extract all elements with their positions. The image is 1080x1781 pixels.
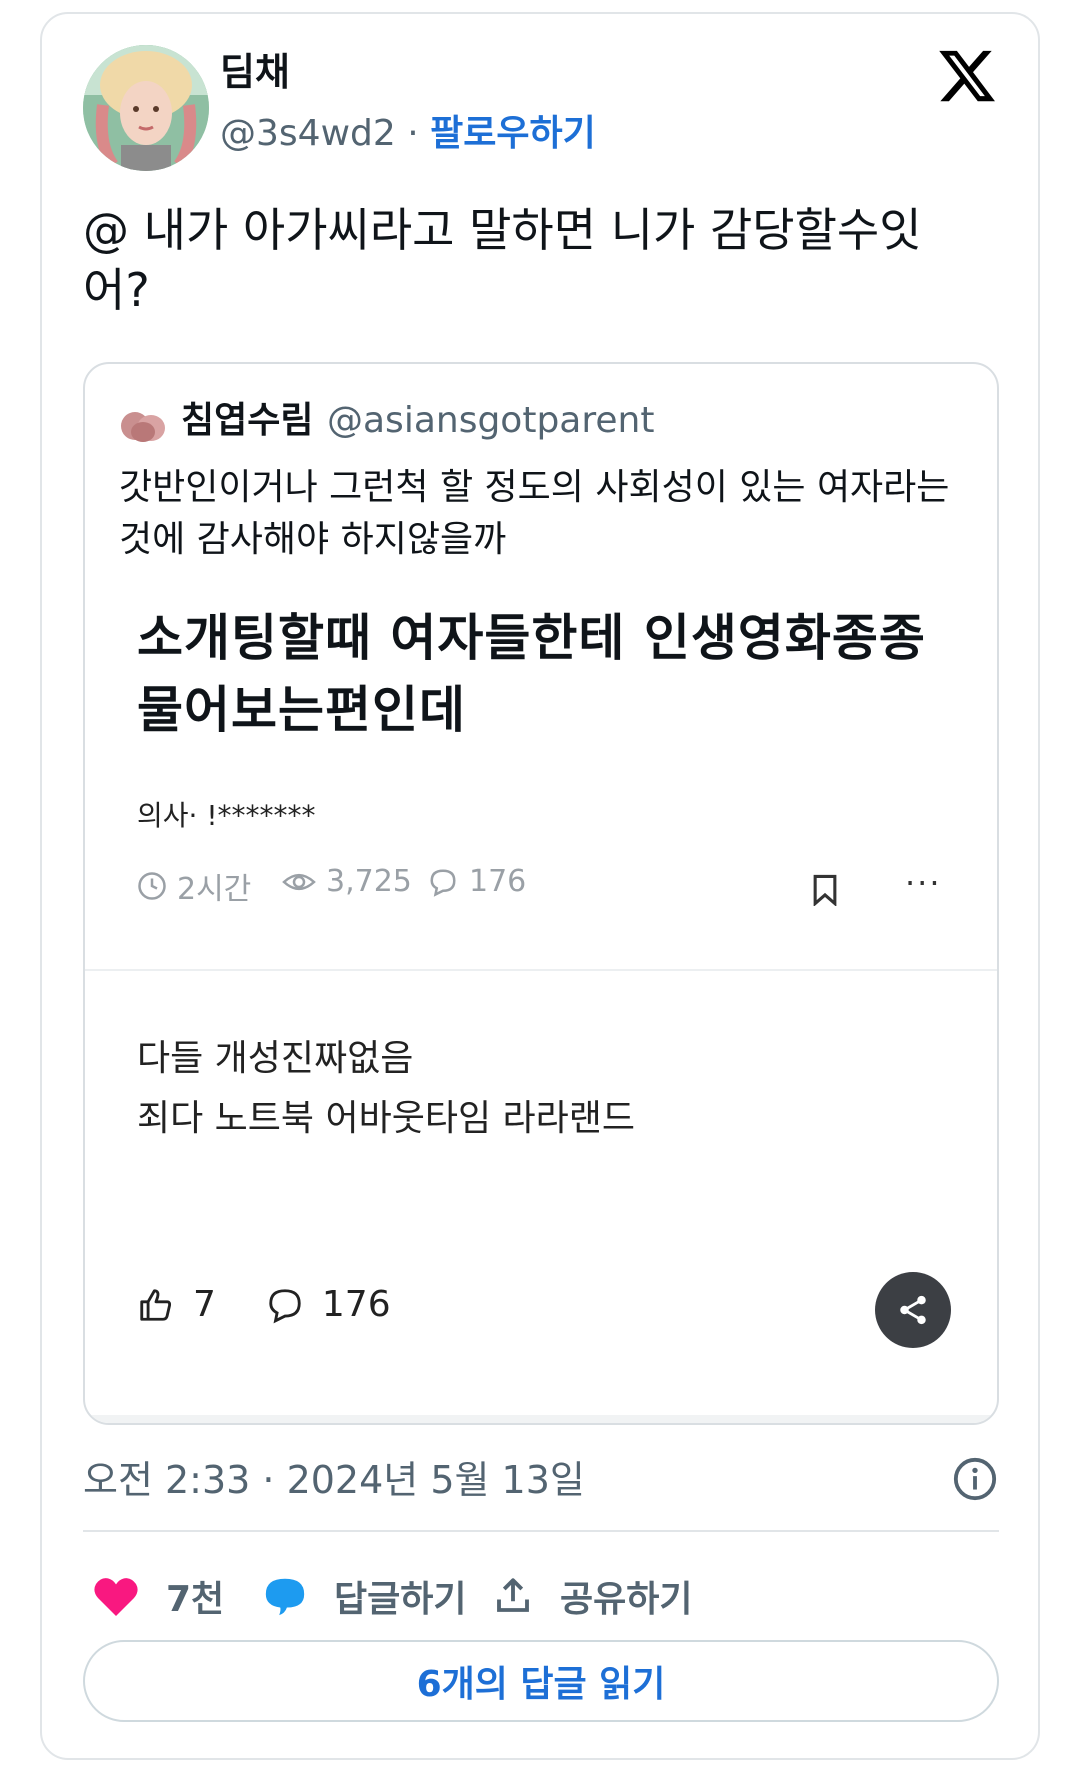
tweet-actions: 7천 답글하기 공유하기 (92, 1568, 992, 1624)
eye-icon (282, 873, 316, 890)
thumbs-up-icon (140, 1288, 172, 1321)
info-icon[interactable] (952, 1456, 998, 1502)
post-comment-count: 176 (321, 1284, 391, 1325)
post-body-line: 죄다 노트북 어바웃타임 라라랜드 (137, 1098, 636, 1139)
handle-row: @3s4wd2 · 팔로우하기 (220, 112, 596, 156)
avatar[interactable] (83, 45, 209, 171)
share-label: 공유하기 (560, 1579, 693, 1620)
reply-label: 답글하기 (334, 1579, 467, 1620)
comments-stat: 176 (427, 864, 526, 899)
time-stat: 2시간 (137, 864, 251, 908)
follow-button[interactable]: 팔로우하기 (430, 113, 596, 154)
post-like-button[interactable]: 7 (137, 1284, 216, 1325)
post-author: 의사· !******* (137, 799, 316, 832)
quote-bottom-bar (85, 1415, 997, 1423)
divider (83, 1530, 999, 1532)
like-button[interactable]: 7천 (92, 1568, 224, 1624)
reply-icon (265, 1578, 305, 1616)
like-count: 7천 (166, 1579, 225, 1620)
share-icon (900, 1295, 926, 1325)
post-body: 다들 개성진짜없음 죄다 노트북 어바웃타임 라라랜드 (137, 1029, 635, 1149)
post-comments: 176 (469, 864, 527, 899)
share-button[interactable] (875, 1272, 951, 1348)
post-title: 소개팅할때 여자들한테 인생영화종종 물어보는편인데 (137, 609, 926, 739)
divider (85, 969, 997, 971)
post-actions: 7 176 (137, 1284, 441, 1325)
timestamp[interactable]: 오전 2:33 · 2024년 5월 13일 (83, 1455, 585, 1505)
post-time: 2시간 (177, 872, 252, 907)
upload-icon (497, 1578, 529, 1612)
quoted-handle[interactable]: @asiansgotparent (327, 398, 654, 444)
separator: · (407, 113, 419, 154)
post-comment-button[interactable]: 176 (266, 1284, 391, 1325)
post-views: 3,725 (326, 864, 412, 899)
heart-icon (94, 1578, 138, 1616)
comment-icon (430, 868, 456, 897)
views-stat: 3,725 (282, 864, 412, 899)
display-name[interactable]: 딤채 (220, 50, 290, 94)
comment-icon (269, 1288, 301, 1323)
clock-icon (138, 872, 166, 900)
quoted-display-name[interactable]: 침엽수림 (181, 398, 313, 444)
tweet-text: @ 내가 아가씨라고 말하면 니가 감당할수잇어? (83, 203, 922, 317)
x-logo-icon[interactable] (935, 45, 999, 107)
read-replies-button[interactable]: 6개의 답글 읽기 (83, 1640, 999, 1722)
post-like-count: 7 (193, 1284, 216, 1325)
share-tweet-button[interactable]: 공유하기 (492, 1568, 692, 1624)
handle[interactable]: @3s4wd2 (220, 113, 396, 154)
more-options[interactable]: ··· (905, 864, 942, 902)
quoted-text: 갓반인이거나 그런척 할 정도의 사회성이 있는 여자라는 것에 감사해야 하지… (119, 467, 950, 560)
bookmark-icon[interactable] (812, 874, 838, 906)
reply-button[interactable]: 답글하기 (262, 1568, 466, 1624)
quoted-tweet[interactable]: 침엽수림 @asiansgotparent 갓반인이거나 그런척 할 정도의 사… (83, 362, 999, 1425)
post-body-line: 다들 개성진짜없음 (137, 1038, 414, 1079)
quoted-avatar[interactable] (119, 402, 167, 446)
